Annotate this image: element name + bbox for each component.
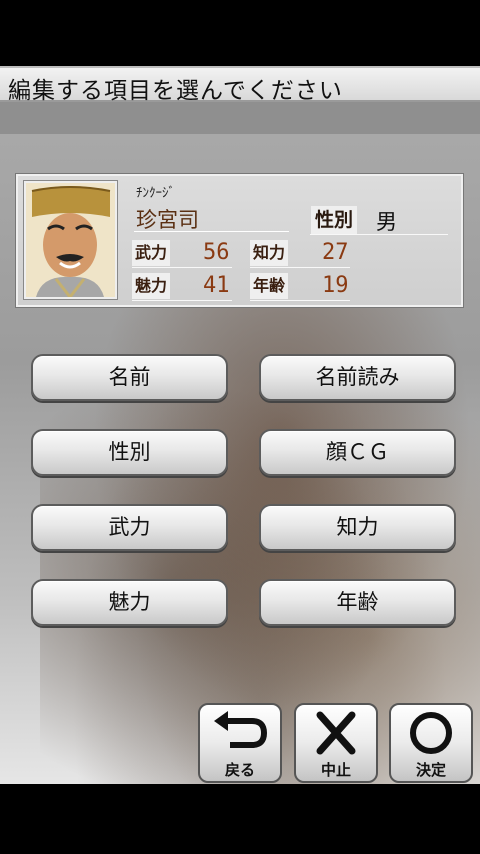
stat-underline [132,267,232,268]
confirm-button[interactable]: 決定 [389,703,473,783]
gender-value: 男 [376,210,397,234]
gender-underline [310,234,448,235]
edit-bu-button[interactable]: 武力 [31,504,228,551]
edit-age-button[interactable]: 年齢 [259,579,456,626]
stat-value-age: 19 [322,273,349,298]
name-underline [134,231,289,232]
edit-gender-button[interactable]: 性別 [31,429,228,476]
edit-name-reading-button[interactable]: 名前読み [259,354,456,401]
back-label: 戻る [224,761,255,779]
stat-underline [132,300,232,301]
header-band [0,102,480,134]
stat-value-bu: 56 [203,240,230,265]
instruction-bar: 編集する項目を選んでください [0,66,480,104]
instruction-text: 編集する項目を選んでください [8,78,343,104]
stat-value-chi: 27 [322,240,349,265]
character-card: ﾁﾝｸｰｼﾞ 珍宮司 性別 男 武力 56 知力 27 魅力 41 年齢 19 [15,173,464,308]
character-name: 珍宮司 [136,208,199,232]
edit-mi-button[interactable]: 魅力 [31,579,228,626]
gender-label: 性別 [311,206,358,234]
stat-label-mi: 魅力 [132,273,171,299]
back-arrow-icon [214,711,268,748]
stat-underline [250,267,350,268]
name-reading: ﾁﾝｸｰｼﾞ [136,186,175,201]
stat-label-chi: 知力 [250,240,289,266]
stat-value-mi: 41 [203,273,230,298]
edit-face-cg-button[interactable]: 顔ＣＧ [259,429,456,476]
edit-chi-button[interactable]: 知力 [259,504,456,551]
edit-name-button[interactable]: 名前 [31,354,228,401]
cancel-label: 中止 [320,761,351,779]
stat-label-bu: 武力 [132,240,171,266]
cancel-button[interactable]: 中止 [294,703,378,783]
confirm-label: 決定 [415,761,446,779]
stat-underline [250,300,350,301]
bottom-black-bar [0,784,480,854]
character-portrait [23,180,118,300]
circle-confirm-icon [410,712,452,754]
back-button[interactable]: 戻る [198,703,282,783]
close-x-icon [316,711,356,755]
top-black-bar [0,0,480,66]
stat-label-age: 年齢 [250,273,289,299]
